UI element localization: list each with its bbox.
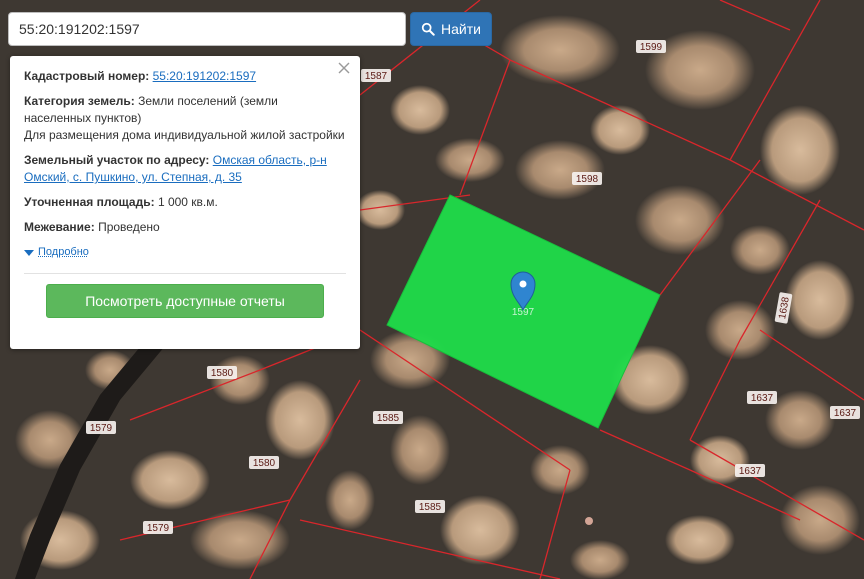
- cadastral-link[interactable]: 55:20:191202:1597: [153, 69, 256, 83]
- area-row: Уточненная площадь: 1 000 кв.м.: [24, 194, 346, 211]
- parcel-number-label[interactable]: 1637: [747, 391, 777, 404]
- cadastral-row: Кадастровый номер: 55:20:191202:1597: [24, 68, 346, 85]
- category-label: Категория земель:: [24, 94, 135, 108]
- search-input[interactable]: [8, 12, 406, 46]
- area-value: 1 000 кв.м.: [157, 195, 218, 209]
- search-button-label: Найти: [441, 21, 481, 37]
- parcel-number-label[interactable]: 1580: [249, 456, 279, 469]
- svg-text:1637: 1637: [834, 408, 857, 419]
- search-icon: [421, 22, 435, 36]
- category-row: Категория земель: Земли поселений (земли…: [24, 93, 346, 144]
- parcel-number-label[interactable]: 1585: [373, 411, 403, 424]
- divider: [24, 273, 346, 274]
- parcel-number-label[interactable]: 1637: [735, 464, 765, 477]
- parcel-number-label[interactable]: 1585: [415, 500, 445, 513]
- area-label: Уточненная площадь:: [24, 195, 155, 209]
- parcel-number-label[interactable]: 1587: [361, 69, 391, 82]
- svg-text:1579: 1579: [90, 423, 113, 434]
- search-button[interactable]: Найти: [410, 12, 492, 46]
- svg-text:1580: 1580: [211, 368, 234, 379]
- parcel-number-label[interactable]: 1579: [86, 421, 116, 434]
- svg-text:1579: 1579: [147, 523, 170, 534]
- svg-text:1637: 1637: [751, 393, 774, 404]
- svg-text:1587: 1587: [365, 71, 388, 82]
- svg-text:1598: 1598: [576, 174, 599, 185]
- svg-text:1637: 1637: [739, 466, 762, 477]
- survey-label: Межевание:: [24, 220, 95, 234]
- cadastral-label: Кадастровый номер:: [24, 69, 150, 83]
- address-label: Земельный участок по адресу:: [24, 153, 210, 167]
- survey-value: Проведено: [98, 220, 160, 234]
- svg-text:1585: 1585: [377, 413, 400, 424]
- map-dot: [585, 517, 593, 525]
- svg-text:1585: 1585: [419, 502, 442, 513]
- details-link[interactable]: Подробно: [38, 244, 89, 261]
- view-reports-button[interactable]: Посмотреть доступные отчеты: [46, 284, 324, 318]
- survey-row: Межевание: Проведено: [24, 219, 346, 236]
- address-row: Земельный участок по адресу: Омская обла…: [24, 152, 346, 186]
- usage-text: Для размещения дома индивидуальной жилой…: [24, 128, 345, 142]
- parcel-number-label[interactable]: 1637: [830, 406, 860, 419]
- caret-down-icon: [24, 249, 34, 256]
- details-toggle[interactable]: Подробно: [24, 244, 346, 261]
- parcel-number-label[interactable]: 1598: [572, 172, 602, 185]
- parcel-number-label[interactable]: 1580: [207, 366, 237, 379]
- close-icon[interactable]: [336, 60, 352, 76]
- parcel-number-label[interactable]: 1579: [143, 521, 173, 534]
- svg-text:1599: 1599: [640, 42, 663, 53]
- parcel-info-popup: Кадастровый номер: 55:20:191202:1597 Кат…: [10, 56, 360, 349]
- svg-text:1580: 1580: [253, 458, 276, 469]
- parcel-number-label[interactable]: 1599: [636, 40, 666, 53]
